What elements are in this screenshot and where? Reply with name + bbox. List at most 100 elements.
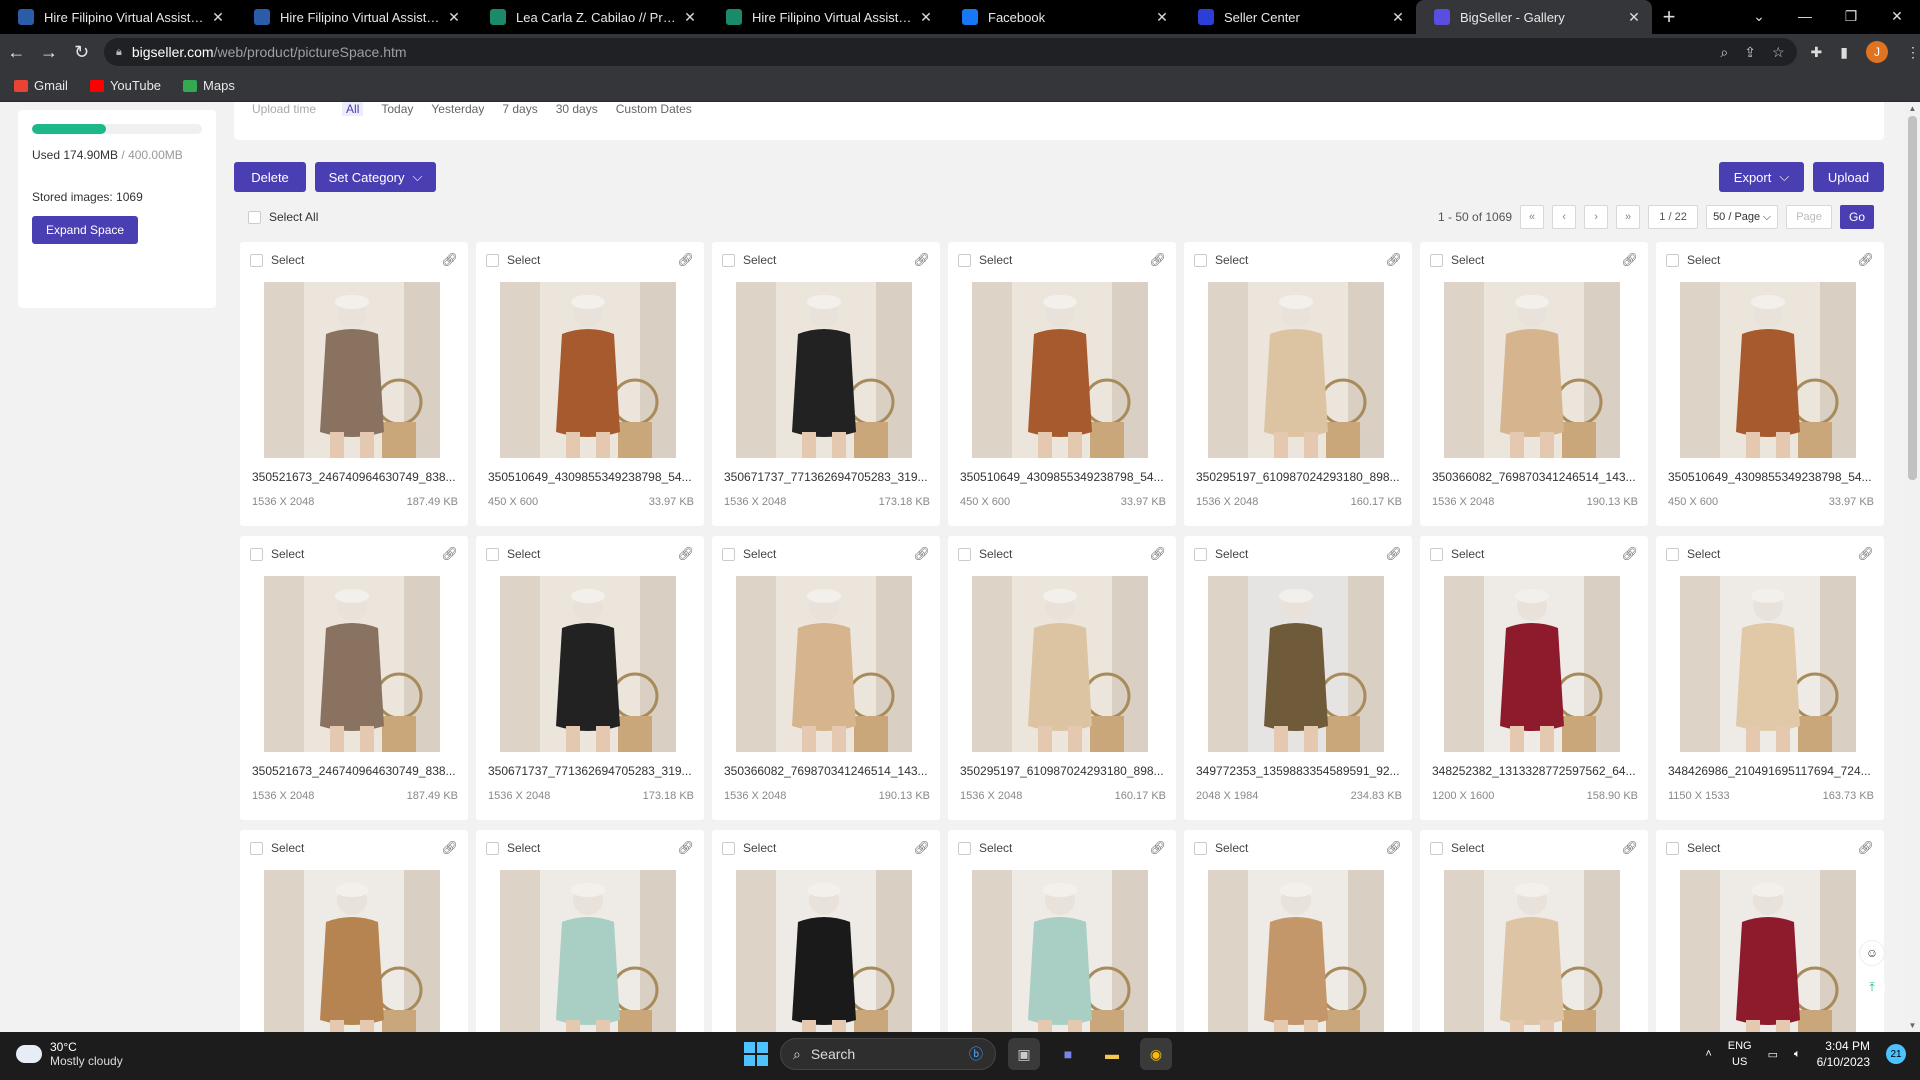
select-all-checkbox[interactable]	[248, 210, 261, 224]
scroll-up-arrow-icon[interactable]: ▲	[1908, 104, 1917, 113]
copy-link-icon[interactable]: 🔗︎	[1857, 840, 1874, 856]
image-thumbnail[interactable]	[736, 576, 912, 752]
close-tab-icon[interactable]: ✕	[1390, 9, 1406, 26]
filter-option[interactable]: Yesterday	[431, 102, 484, 116]
browser-tab[interactable]: Hire Filipino Virtual Assistants | F ✕	[708, 0, 944, 34]
image-thumbnail[interactable]	[972, 576, 1148, 752]
image-select-checkbox[interactable]	[250, 253, 263, 267]
image-thumbnail[interactable]	[1680, 870, 1856, 1032]
image-thumbnail[interactable]	[1444, 870, 1620, 1032]
bookmark-gmail[interactable]: Gmail	[14, 78, 68, 93]
tab-search-icon[interactable]: ⌄	[1736, 0, 1782, 32]
copy-link-icon[interactable]: 🔗︎	[677, 546, 694, 562]
share-icon[interactable]: ⇪	[1744, 44, 1756, 61]
last-page-button[interactable]: »	[1616, 205, 1641, 229]
file-explorer-icon[interactable]: ▬	[1096, 1038, 1128, 1070]
close-window-button[interactable]: ✕	[1874, 0, 1920, 32]
image-thumbnail[interactable]	[736, 870, 912, 1032]
copy-link-icon[interactable]: 🔗︎	[913, 252, 930, 268]
browser-tab[interactable]: Lea Carla Z. Cabilao // Professio ✕	[472, 0, 708, 34]
copy-link-icon[interactable]: 🔗︎	[1857, 252, 1874, 268]
copy-link-icon[interactable]: 🔗︎	[913, 546, 930, 562]
image-thumbnail[interactable]	[1208, 282, 1384, 458]
address-bar[interactable]: 🔒︎ bigseller.com/web/product/pictureSpac…	[104, 38, 1797, 66]
scroll-down-arrow-icon[interactable]: ▼	[1908, 1021, 1917, 1030]
copy-link-icon[interactable]: 🔗︎	[677, 252, 694, 268]
image-select-checkbox[interactable]	[486, 841, 499, 855]
image-select-checkbox[interactable]	[1430, 547, 1443, 561]
image-thumbnail[interactable]	[972, 870, 1148, 1032]
chrome-taskbar-icon[interactable]: ◉	[1140, 1038, 1172, 1070]
delete-button[interactable]: Delete	[234, 162, 306, 192]
copy-link-icon[interactable]: 🔗︎	[441, 840, 458, 856]
set-category-button[interactable]: Set Category ⌵	[315, 162, 436, 192]
image-select-checkbox[interactable]	[958, 253, 971, 267]
export-button[interactable]: Export ⌵	[1719, 162, 1804, 192]
image-thumbnail[interactable]	[1208, 576, 1384, 752]
teams-chat-icon[interactable]: ■	[1052, 1038, 1084, 1070]
copy-link-icon[interactable]: 🔗︎	[1621, 546, 1638, 562]
copy-link-icon[interactable]: 🔗︎	[1857, 546, 1874, 562]
restore-button[interactable]: ❐	[1828, 0, 1874, 32]
chrome-menu-icon[interactable]: ⋮	[1906, 44, 1920, 61]
image-select-checkbox[interactable]	[722, 253, 735, 267]
copy-link-icon[interactable]: 🔗︎	[1385, 840, 1402, 856]
back-button[interactable]: ←	[0, 37, 33, 67]
image-thumbnail[interactable]	[500, 870, 676, 1032]
image-select-checkbox[interactable]	[1666, 841, 1679, 855]
scrollbar-thumb[interactable]	[1908, 116, 1917, 480]
side-panel-icon[interactable]: ▮	[1840, 44, 1848, 61]
expand-space-button[interactable]: Expand Space	[32, 216, 139, 244]
clock[interactable]: 3:04 PM 6/10/2023	[1817, 1038, 1870, 1070]
close-tab-icon[interactable]: ✕	[446, 9, 462, 26]
forward-button[interactable]: →	[33, 37, 66, 67]
image-thumbnail[interactable]	[264, 282, 440, 458]
browser-tab[interactable]: Hire Filipino Virtual Assistants | F ✕	[0, 0, 236, 34]
image-select-checkbox[interactable]	[1194, 841, 1207, 855]
copy-link-icon[interactable]: 🔗︎	[1621, 252, 1638, 268]
volume-icon[interactable]: 🔈︎	[1794, 1048, 1801, 1061]
filter-option[interactable]: Today	[381, 102, 413, 116]
browser-tab[interactable]: Facebook ✕	[944, 0, 1180, 34]
browser-tab[interactable]: BigSeller - Gallery ✕	[1416, 0, 1652, 34]
tray-overflow-icon[interactable]: ˄	[1705, 1048, 1711, 1060]
go-button[interactable]: Go	[1840, 205, 1875, 229]
copy-link-icon[interactable]: 🔗︎	[677, 840, 694, 856]
image-thumbnail[interactable]	[1444, 282, 1620, 458]
bookmark-star-icon[interactable]: ☆	[1772, 44, 1785, 61]
upload-button[interactable]: Upload	[1813, 162, 1884, 192]
copy-link-icon[interactable]: 🔗︎	[1385, 252, 1402, 268]
new-tab-button[interactable]: +	[1652, 0, 1686, 34]
zoom-icon[interactable]: ⌕	[1720, 44, 1728, 61]
extensions-icon[interactable]: ✚	[1811, 44, 1823, 61]
page-scrollbar[interactable]: ▲ ▼	[1905, 102, 1920, 1032]
image-select-checkbox[interactable]	[1666, 253, 1679, 267]
close-tab-icon[interactable]: ✕	[210, 9, 226, 26]
filter-option[interactable]: 7 days	[502, 102, 537, 116]
language-indicator[interactable]: ENG US	[1728, 1038, 1752, 1070]
copy-link-icon[interactable]: 🔗︎	[1149, 546, 1166, 562]
select-all[interactable]: Select All	[248, 210, 318, 224]
filter-option[interactable]: Custom Dates	[616, 102, 692, 116]
image-select-checkbox[interactable]	[486, 547, 499, 561]
weather-widget[interactable]: 30°C Mostly cloudy	[16, 1040, 123, 1068]
page-size-select[interactable]: 50 / Page ⌵	[1706, 205, 1779, 229]
copy-link-icon[interactable]: 🔗︎	[441, 546, 458, 562]
minimize-button[interactable]: —	[1782, 0, 1828, 32]
notification-badge[interactable]: 21	[1886, 1044, 1906, 1064]
close-tab-icon[interactable]: ✕	[1626, 9, 1642, 26]
close-tab-icon[interactable]: ✕	[682, 9, 698, 26]
close-tab-icon[interactable]: ✕	[1154, 9, 1170, 26]
prev-page-button[interactable]: ‹	[1552, 205, 1577, 229]
network-icon[interactable]: ▭	[1768, 1048, 1778, 1061]
image-thumbnail[interactable]	[1208, 870, 1384, 1032]
image-select-checkbox[interactable]	[486, 253, 499, 267]
image-thumbnail[interactable]	[264, 870, 440, 1032]
page-number-input[interactable]: Page	[1786, 205, 1833, 229]
profile-avatar[interactable]: J	[1865, 41, 1888, 63]
browser-tab[interactable]: Hire Filipino Virtual Assistants | F ✕	[236, 0, 472, 34]
image-select-checkbox[interactable]	[722, 547, 735, 561]
image-select-checkbox[interactable]	[958, 841, 971, 855]
image-select-checkbox[interactable]	[722, 841, 735, 855]
image-select-checkbox[interactable]	[1194, 547, 1207, 561]
